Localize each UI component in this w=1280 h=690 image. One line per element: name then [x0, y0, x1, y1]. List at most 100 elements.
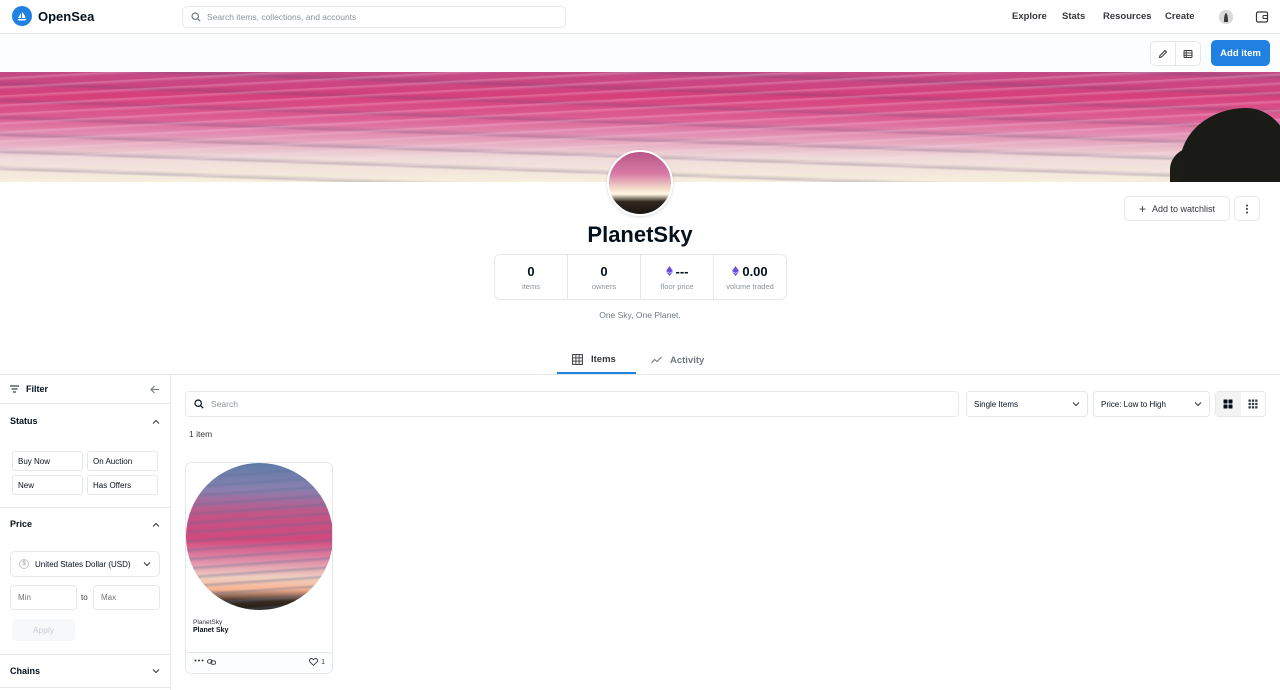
- currency-select[interactable]: $ United States Dollar (USD): [10, 551, 160, 577]
- chevron-down-icon: [1194, 401, 1202, 406]
- opensea-logo-icon: [12, 6, 32, 26]
- collection-avatar: [607, 150, 673, 216]
- list-view-button[interactable]: [1175, 42, 1200, 65]
- grid-size-toggle: [1215, 391, 1266, 417]
- link-icon[interactable]: [207, 659, 216, 665]
- logo-text: OpenSea: [38, 8, 95, 24]
- chevron-down-icon: [143, 561, 151, 566]
- chevron-up-icon: [152, 419, 160, 424]
- grid-icon: [572, 353, 583, 365]
- watchlist-label: Add to watchlist: [1151, 203, 1216, 214]
- chains-label: Chains: [10, 666, 41, 676]
- stat-volume-label: volume traded: [726, 281, 774, 291]
- chevron-up-icon: [152, 522, 160, 527]
- tab-activity[interactable]: Activity: [651, 346, 704, 374]
- large-grid-icon: [1223, 399, 1233, 409]
- collapse-sidebar-icon[interactable]: [150, 385, 160, 394]
- sidebar-divider: [0, 687, 170, 688]
- add-item-button[interactable]: Add item: [1211, 40, 1270, 66]
- more-options-button[interactable]: [1234, 196, 1260, 221]
- item-collection-name[interactable]: PlanetSky: [193, 619, 222, 626]
- nav-stats[interactable]: Stats: [1062, 11, 1085, 22]
- stat-floor-price-label: floor price: [660, 281, 694, 291]
- status-options: Buy Now On Auction New Has Offers: [12, 451, 159, 495]
- range-to-label: to: [81, 593, 88, 602]
- global-search-input[interactable]: [207, 12, 547, 22]
- list-icon: [1183, 49, 1193, 58]
- stat-floor-price-row: ---: [665, 264, 689, 279]
- collection-description: One Sky, One Planet.: [599, 310, 681, 320]
- item-name[interactable]: Planet Sky: [193, 627, 228, 634]
- items-search-input[interactable]: [211, 399, 911, 409]
- filter-icon: [10, 385, 19, 393]
- chevron-down-icon: [1072, 401, 1080, 406]
- chevron-down-icon: [152, 668, 160, 673]
- filter-sidebar: Filter Status Price Chains: [0, 375, 171, 690]
- status-new[interactable]: New: [12, 475, 83, 495]
- chains-section-header[interactable]: Chains: [0, 656, 170, 686]
- item-image[interactable]: [186, 463, 332, 610]
- stat-volume-row: 0.00: [732, 263, 768, 279]
- collection-owner-toolbar: Add item: [0, 35, 1280, 72]
- price-min-input[interactable]: [18, 593, 73, 602]
- item-card-footer: 1: [186, 652, 332, 673]
- more-horizontal-icon[interactable]: [194, 659, 204, 662]
- dollar-icon: $: [19, 559, 29, 569]
- edit-tools-group: [1150, 41, 1201, 66]
- item-type-select[interactable]: Single Items: [966, 391, 1088, 417]
- banner-tree-silhouette: [1180, 108, 1280, 182]
- nav-create[interactable]: Create: [1165, 11, 1195, 22]
- status-has-offers[interactable]: Has Offers: [87, 475, 158, 495]
- item-type-value: Single Items: [974, 399, 1019, 409]
- price-min-field[interactable]: [10, 585, 77, 610]
- tab-items[interactable]: Items: [557, 346, 636, 374]
- status-on-auction[interactable]: On Auction: [87, 451, 158, 471]
- small-grid-icon: [1248, 399, 1258, 409]
- stat-owners-label: owners: [591, 281, 617, 291]
- small-grid-button[interactable]: [1241, 392, 1266, 416]
- large-grid-button[interactable]: [1216, 392, 1241, 416]
- profile-avatar-icon[interactable]: [1219, 10, 1233, 24]
- top-navbar: OpenSea Explore Stats Resources Create: [0, 0, 1280, 34]
- status-buy-now[interactable]: Buy Now: [12, 451, 83, 471]
- favorite-count: 1: [321, 658, 325, 666]
- collection-stats: 0 items 0 owners --- floor price 0.00 vo…: [494, 254, 787, 300]
- pencil-icon: [1159, 49, 1168, 58]
- stat-items[interactable]: 0 items: [495, 255, 567, 299]
- filter-label: Filter: [26, 384, 49, 394]
- collection-title: PlanetSky: [587, 222, 693, 247]
- heart-icon: [309, 658, 319, 666]
- wallet-icon[interactable]: [1255, 10, 1269, 24]
- price-max-input[interactable]: [101, 593, 156, 602]
- stat-volume-traded[interactable]: 0.00 volume traded: [713, 255, 786, 299]
- favorite-button[interactable]: 1: [309, 658, 325, 666]
- stat-floor-price[interactable]: --- floor price: [640, 255, 713, 299]
- sort-value: Price: Low to High: [1101, 399, 1166, 409]
- activity-icon: [651, 356, 662, 364]
- add-to-watchlist-button[interactable]: + Add to watchlist: [1124, 196, 1230, 221]
- item-card[interactable]: PlanetSky Planet Sky 1: [185, 462, 333, 674]
- price-section-header[interactable]: Price: [0, 508, 170, 540]
- filter-header: Filter: [0, 375, 170, 404]
- nav-explore[interactable]: Explore: [1012, 11, 1047, 22]
- currency-value: United States Dollar (USD): [35, 559, 131, 569]
- tabs-divider: [0, 374, 1280, 375]
- stat-items-label: items: [522, 281, 540, 291]
- price-max-field[interactable]: [93, 585, 160, 610]
- global-search-bar[interactable]: [182, 6, 566, 28]
- tab-items-label: Items: [591, 353, 616, 365]
- ethereum-icon: [732, 266, 740, 276]
- stat-volume-value: 0.00: [742, 263, 768, 279]
- filter-title: Filter: [10, 384, 48, 394]
- price-label: Price: [10, 519, 33, 529]
- stat-owners[interactable]: 0 owners: [567, 255, 640, 299]
- status-section-header[interactable]: Status: [0, 405, 170, 437]
- edit-collection-button[interactable]: [1151, 42, 1175, 65]
- search-icon: [194, 399, 204, 409]
- more-vertical-icon: [1246, 204, 1248, 213]
- items-search-bar[interactable]: [185, 391, 959, 417]
- apply-price-button[interactable]: Apply: [12, 619, 75, 641]
- nav-resources[interactable]: Resources: [1103, 11, 1152, 22]
- sort-select[interactable]: Price: Low to High: [1093, 391, 1210, 417]
- opensea-logo[interactable]: OpenSea: [12, 6, 94, 26]
